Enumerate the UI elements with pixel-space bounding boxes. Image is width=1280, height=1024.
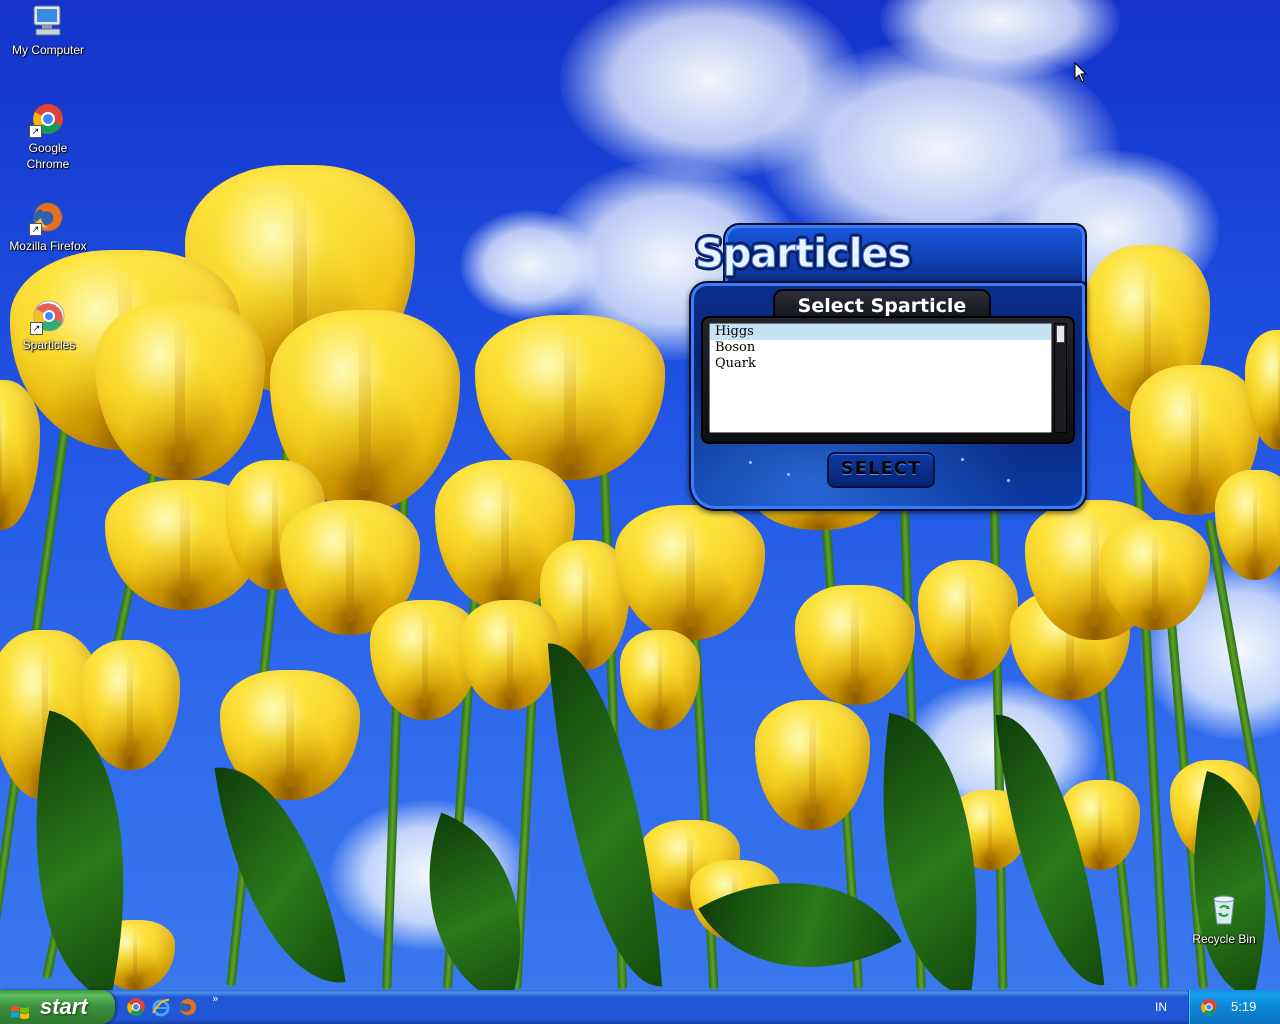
list-scrollbar[interactable] [1054,323,1067,433]
tulip-flower [918,560,1018,680]
start-label: start [40,994,88,1019]
sparticle-option-boson[interactable]: Boson [710,340,1051,356]
sparticles-window[interactable]: Sparticles Select Sparticle Higgs Boson … [689,223,1087,511]
tulip-flower [460,600,560,710]
sparticle-listbox[interactable]: Higgs Boson Quark [709,323,1052,433]
windows-flag-icon [10,998,30,1019]
mouse-pointer-icon [1074,61,1088,84]
sparkle [787,473,790,476]
shortcut-arrow-icon: ↗ [29,223,42,236]
tulip-flower [620,630,700,730]
system-tray: 5:19 [1188,990,1280,1024]
tray-chrome-icon[interactable] [1200,998,1218,1016]
shortcut-arrow-icon: ↗ [30,322,43,335]
desktop-icon-google-chrome[interactable]: ↗ Google Chrome [0,102,96,172]
desktop-icon-label: My Computer [11,43,85,57]
sparticle-option-quark[interactable]: Quark [710,356,1051,372]
quicklaunch-more-chevron[interactable]: » [212,992,219,1005]
clock[interactable]: 5:19 [1231,990,1256,1024]
taskbar: start » IN 5:19 [0,990,1280,1024]
start-button[interactable]: start [0,990,115,1024]
desktop-icon-label: Sparticles [22,338,76,352]
desktop-icon-label: Chrome [26,157,70,171]
recycle-bin-icon [1207,893,1241,927]
desktop-wallpaper [0,0,1280,990]
quicklaunch-firefox-icon[interactable] [178,997,198,1017]
language-indicator[interactable]: IN [1155,990,1167,1024]
sparkle [1007,479,1010,482]
tulip-flower [95,300,265,480]
sparkle [749,461,752,464]
desktop-icon-recycle-bin[interactable]: Recycle Bin [1176,893,1272,947]
sparticle-option-higgs[interactable]: Higgs [710,324,1051,340]
my-computer-icon [31,4,65,38]
quicklaunch-ie-icon[interactable] [151,997,171,1017]
desktop-icon-sparticles[interactable]: ↗ Sparticles [1,299,97,353]
tulip-flower [475,315,665,480]
desktop-icon-my-computer[interactable]: My Computer [0,4,96,58]
sparticle-list-panel: Higgs Boson Quark [701,316,1075,444]
desktop-icon-label: Recycle Bin [1192,932,1256,946]
desktop-icon-label: Mozilla Firefox [9,239,87,253]
desktop-icon-mozilla-firefox[interactable]: ↗ Mozilla Firefox [0,200,96,254]
tulip-flower [795,585,915,705]
firefox-icon: ↗ [29,200,65,236]
sparticles-icon: ↗ [30,299,66,335]
sparticles-logo: Sparticles [694,231,911,278]
tulip-flower [755,700,870,830]
chrome-icon: ↗ [29,102,65,138]
tulip-flower [0,380,40,530]
scrollbar-thumb[interactable] [1056,325,1065,343]
sparkle [961,458,964,461]
shortcut-arrow-icon: ↗ [29,125,42,138]
quicklaunch-chrome-icon[interactable] [126,997,146,1017]
desktop-icon-label: Google [28,141,68,155]
select-button[interactable]: SELECT [827,452,935,488]
tulip-flower [615,505,765,640]
cloud [460,210,600,320]
